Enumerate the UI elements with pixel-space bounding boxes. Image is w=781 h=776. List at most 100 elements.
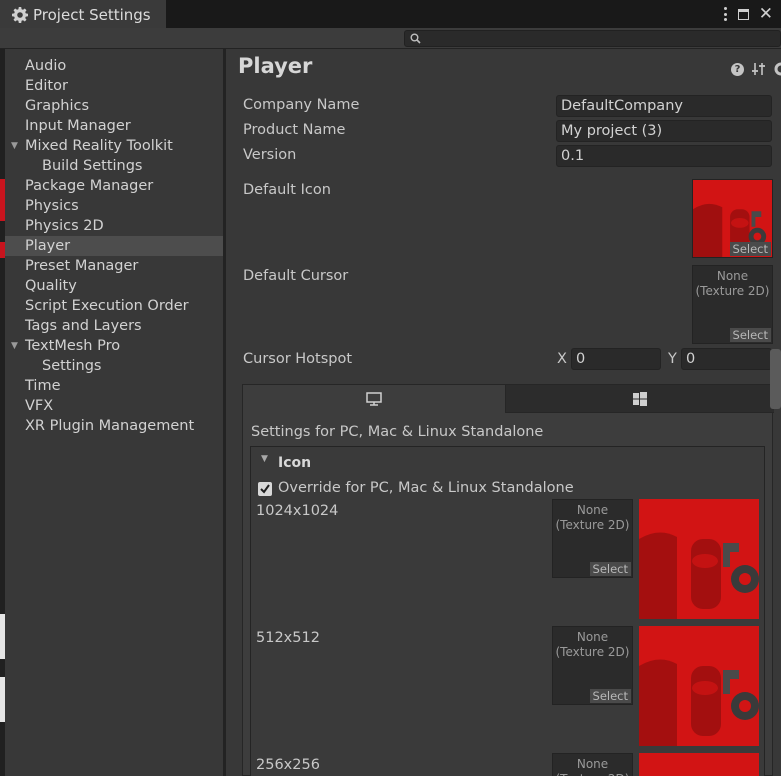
default-icon-label: Default Icon (243, 182, 331, 198)
hotspot-x-label: X (557, 351, 567, 367)
select-button[interactable]: Select (589, 562, 631, 576)
texture-type-text: (Texture 2D) (555, 518, 630, 532)
none-text: None (576, 630, 609, 644)
cursor-hotspot-label: Cursor Hotspot (243, 351, 353, 367)
sidebar-item-label: Time (25, 378, 61, 394)
sidebar-item-package-manager[interactable]: Package Manager (5, 176, 223, 196)
sidebar-item-editor[interactable]: Editor (5, 76, 223, 96)
foldout-arrow-icon[interactable]: ▼ (11, 336, 18, 356)
product-name-field[interactable]: My project (3) (556, 120, 772, 142)
icon-size-label: 512x512 (256, 630, 320, 646)
tab-standalone[interactable] (243, 385, 506, 413)
icon-slot-none[interactable]: None (Texture 2D) (552, 753, 633, 776)
icon-preview (639, 499, 759, 619)
toolbar (0, 28, 781, 49)
search-icon (410, 33, 421, 44)
override-checkbox[interactable] (258, 482, 272, 496)
sidebar-item-label: Graphics (25, 98, 90, 114)
project-settings-tab[interactable]: Project Settings (0, 0, 166, 28)
company-name-label: Company Name (243, 97, 360, 113)
icon-image (639, 626, 759, 746)
sidebar-item-audio[interactable]: Audio (5, 56, 223, 76)
sidebar-item-label: XR Plugin Management (25, 418, 195, 434)
icon-section-title[interactable]: Icon (278, 455, 311, 471)
sidebar-item-label: VFX (25, 398, 54, 414)
help-icon[interactable]: ? (731, 62, 744, 76)
sidebar-item-label: Package Manager (25, 178, 154, 194)
icon-preview (639, 626, 759, 746)
sidebar-item-label: TextMesh Pro (25, 338, 121, 354)
scrollbar-thumb[interactable] (770, 349, 781, 409)
hotspot-x-field[interactable]: 0 (571, 348, 661, 370)
sidebar-item-label: Editor (25, 78, 68, 94)
sidebar-item-label: Physics 2D (25, 218, 104, 234)
icon-section: ▼ Icon Override for PC, Mac & Linux Stan… (250, 446, 765, 776)
sidebar-item-tags-and-layers[interactable]: Tags and Layers (5, 316, 223, 336)
icon-size-label: 256x256 (256, 757, 320, 773)
icon-image (639, 499, 759, 619)
sidebar-item-label: Build Settings (42, 158, 143, 174)
version-label: Version (243, 147, 297, 163)
sidebar-item-xr-plugin-management[interactable]: XR Plugin Management (5, 416, 223, 436)
texture-type-text: (Texture 2D) (695, 284, 770, 298)
sidebar-item-vfx[interactable]: VFX (5, 396, 223, 416)
sidebar-item-label: Physics (25, 198, 79, 214)
gear-icon (12, 7, 28, 23)
preset-icon[interactable] (752, 62, 766, 76)
sidebar-item-preset-manager[interactable]: Preset Manager (5, 256, 223, 276)
version-field[interactable]: 0.1 (556, 145, 772, 167)
sidebar-item-quality[interactable]: Quality (5, 276, 223, 296)
sidebar-item-label: Settings (42, 358, 102, 374)
sidebar-item-physics[interactable]: Physics (5, 196, 223, 216)
settings-gear-icon[interactable] (774, 62, 781, 76)
sidebar-item-label: Quality (25, 278, 77, 294)
hotspot-y-label: Y (668, 351, 677, 367)
product-name-label: Product Name (243, 122, 346, 138)
sidebar-item-label: Preset Manager (25, 258, 139, 274)
icon-size-label: 1024x1024 (256, 503, 339, 519)
default-cursor-texture[interactable]: None (Texture 2D) Select (692, 265, 773, 344)
more-options-icon[interactable] (724, 7, 728, 21)
sidebar-item-mixed-reality-toolkit[interactable]: ▼ Mixed Reality Toolkit (5, 136, 223, 156)
close-icon[interactable]: ✕ (759, 5, 773, 23)
foldout-arrow-icon[interactable]: ▼ (261, 454, 268, 464)
hotspot-y-field[interactable]: 0 (681, 348, 772, 370)
sidebar-item-settings[interactable]: Settings (5, 356, 223, 376)
platform-settings-box: Settings for PC, Mac & Linux Standalone … (242, 384, 774, 776)
none-text: None (716, 269, 749, 283)
monitor-icon (366, 392, 382, 406)
foldout-arrow-icon[interactable]: ▼ (11, 136, 18, 156)
default-icon-texture[interactable]: Select (692, 179, 773, 258)
default-cursor-label: Default Cursor (243, 268, 349, 284)
sidebar-item-time[interactable]: Time (5, 376, 223, 396)
tab-windows[interactable] (506, 385, 774, 413)
sidebar-item-player[interactable]: Player (5, 236, 223, 256)
settings-sidebar: Audio Editor Graphics Input Manager ▼ Mixed R… (5, 49, 223, 776)
select-button[interactable]: Select (729, 242, 771, 256)
sidebar-item-label: Input Manager (25, 118, 131, 134)
sidebar-item-label: Mixed Reality Toolkit (25, 138, 173, 154)
texture-type-text: (Texture 2D) (555, 645, 630, 659)
sidebar-item-label: Tags and Layers (25, 318, 142, 334)
none-text: None (576, 503, 609, 517)
player-settings-panel: Player ? Company Name DefaultCompany Pro… (226, 49, 781, 776)
company-name-field[interactable]: DefaultCompany (556, 95, 772, 117)
windows-icon (633, 392, 647, 406)
sidebar-item-build-settings[interactable]: Build Settings (5, 156, 223, 176)
sidebar-item-graphics[interactable]: Graphics (5, 96, 223, 116)
select-button[interactable]: Select (589, 689, 631, 703)
icon-slot-none[interactable]: None (Texture 2D) Select (552, 626, 633, 705)
window-tabstrip: Project Settings ✕ (0, 0, 781, 28)
sidebar-item-label: Player (25, 238, 71, 254)
texture-type-text: (Texture 2D) (553, 772, 632, 776)
sidebar-item-script-execution-order[interactable]: Script Execution Order (5, 296, 223, 316)
select-button[interactable]: Select (729, 328, 771, 342)
search-input[interactable] (404, 30, 781, 47)
maximize-icon[interactable] (737, 8, 749, 20)
icon-preview (639, 753, 759, 776)
none-text: None (576, 757, 609, 771)
sidebar-item-textmesh-pro[interactable]: ▼ TextMesh Pro (5, 336, 223, 356)
sidebar-item-physics-2d[interactable]: Physics 2D (5, 216, 223, 236)
sidebar-item-input-manager[interactable]: Input Manager (5, 116, 223, 136)
icon-slot-none[interactable]: None (Texture 2D) Select (552, 499, 633, 578)
